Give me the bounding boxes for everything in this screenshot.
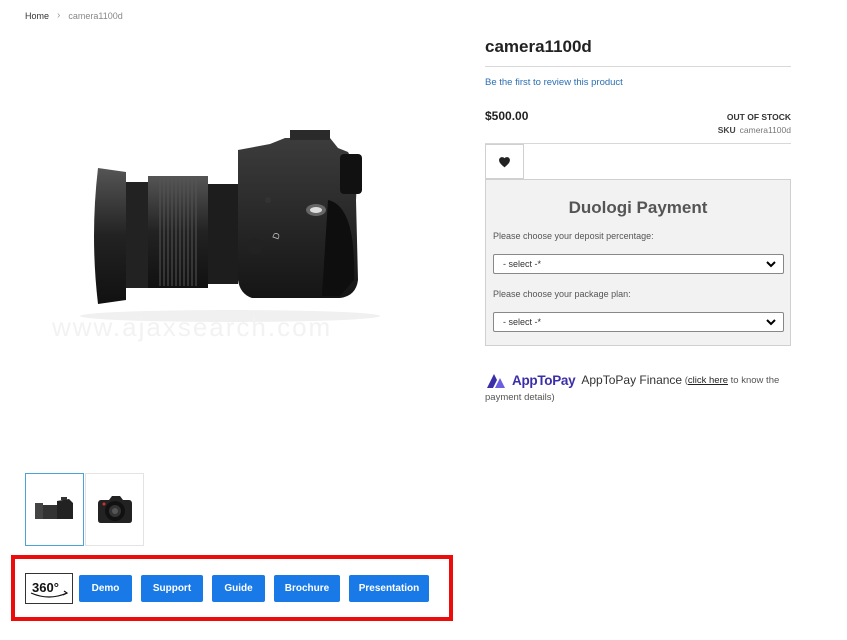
breadcrumb: Home › camera1100d bbox=[25, 10, 123, 21]
breadcrumb-separator: › bbox=[57, 10, 61, 21]
product-title: camera1100d bbox=[485, 37, 592, 56]
breadcrumb-home-link[interactable]: Home bbox=[25, 11, 49, 21]
view-360-button[interactable]: 360° bbox=[25, 573, 73, 604]
plan-label: Please choose your package plan: bbox=[493, 289, 631, 299]
view-360-label: 360° bbox=[32, 580, 59, 595]
image-watermark: www.ajaxsearch.com bbox=[52, 312, 333, 342]
sku-value: camera1100d bbox=[739, 125, 791, 135]
thumbnail-front-view[interactable] bbox=[85, 473, 144, 546]
review-link[interactable]: Be the first to review this product bbox=[485, 77, 623, 88]
duologi-title: Duologi Payment bbox=[568, 198, 708, 217]
apptopay-logo-text: AppToPay bbox=[512, 373, 576, 388]
apptopay-finance-label: AppToPay Finance bbox=[581, 373, 683, 387]
sku-label: SKU bbox=[717, 125, 736, 135]
presentation-button[interactable]: Presentation bbox=[349, 575, 429, 602]
deposit-select[interactable]: - select -* bbox=[493, 254, 784, 274]
sku-line: SKU camera1100d bbox=[718, 125, 791, 135]
duologi-payment-panel: Duologi Payment Please choose your depos… bbox=[485, 179, 791, 346]
deposit-label: Please choose your deposit percentage: bbox=[493, 231, 654, 241]
apptopay-section: AppToPay AppToPay Finance (click here to… bbox=[485, 372, 805, 406]
plan-select-value: - select -* bbox=[503, 317, 542, 327]
action-button-row: 360° Demo Support Guide Brochure Present… bbox=[25, 573, 438, 604]
brochure-button[interactable]: Brochure bbox=[274, 575, 340, 602]
thumbnail-camera-front-image bbox=[97, 495, 132, 523]
apptopay-click-here-link[interactable]: click here bbox=[688, 375, 728, 386]
guide-button[interactable]: Guide bbox=[212, 575, 265, 602]
chevron-down-icon bbox=[766, 261, 776, 268]
apptopay-logo: AppToPay bbox=[485, 372, 576, 389]
thumbnail-side-view[interactable] bbox=[25, 473, 84, 546]
wishlist-button[interactable] bbox=[485, 144, 524, 179]
plan-select[interactable]: - select -* bbox=[493, 312, 784, 332]
title-divider bbox=[485, 66, 791, 67]
rotate-360-icon: 360° bbox=[30, 580, 69, 598]
apptopay-logo-icon bbox=[487, 374, 505, 388]
demo-button[interactable]: Demo bbox=[79, 575, 132, 602]
heart-icon bbox=[499, 156, 510, 167]
thumbnail-camera-side-image bbox=[34, 496, 73, 519]
deposit-select-value: - select -* bbox=[503, 259, 542, 269]
stock-status: OUT OF STOCK bbox=[726, 112, 791, 122]
breadcrumb-current: camera1100d bbox=[68, 10, 123, 21]
chevron-down-icon bbox=[766, 319, 776, 326]
product-price: $500.00 bbox=[485, 109, 529, 123]
support-button[interactable]: Support bbox=[141, 575, 203, 602]
price-divider bbox=[485, 143, 791, 144]
